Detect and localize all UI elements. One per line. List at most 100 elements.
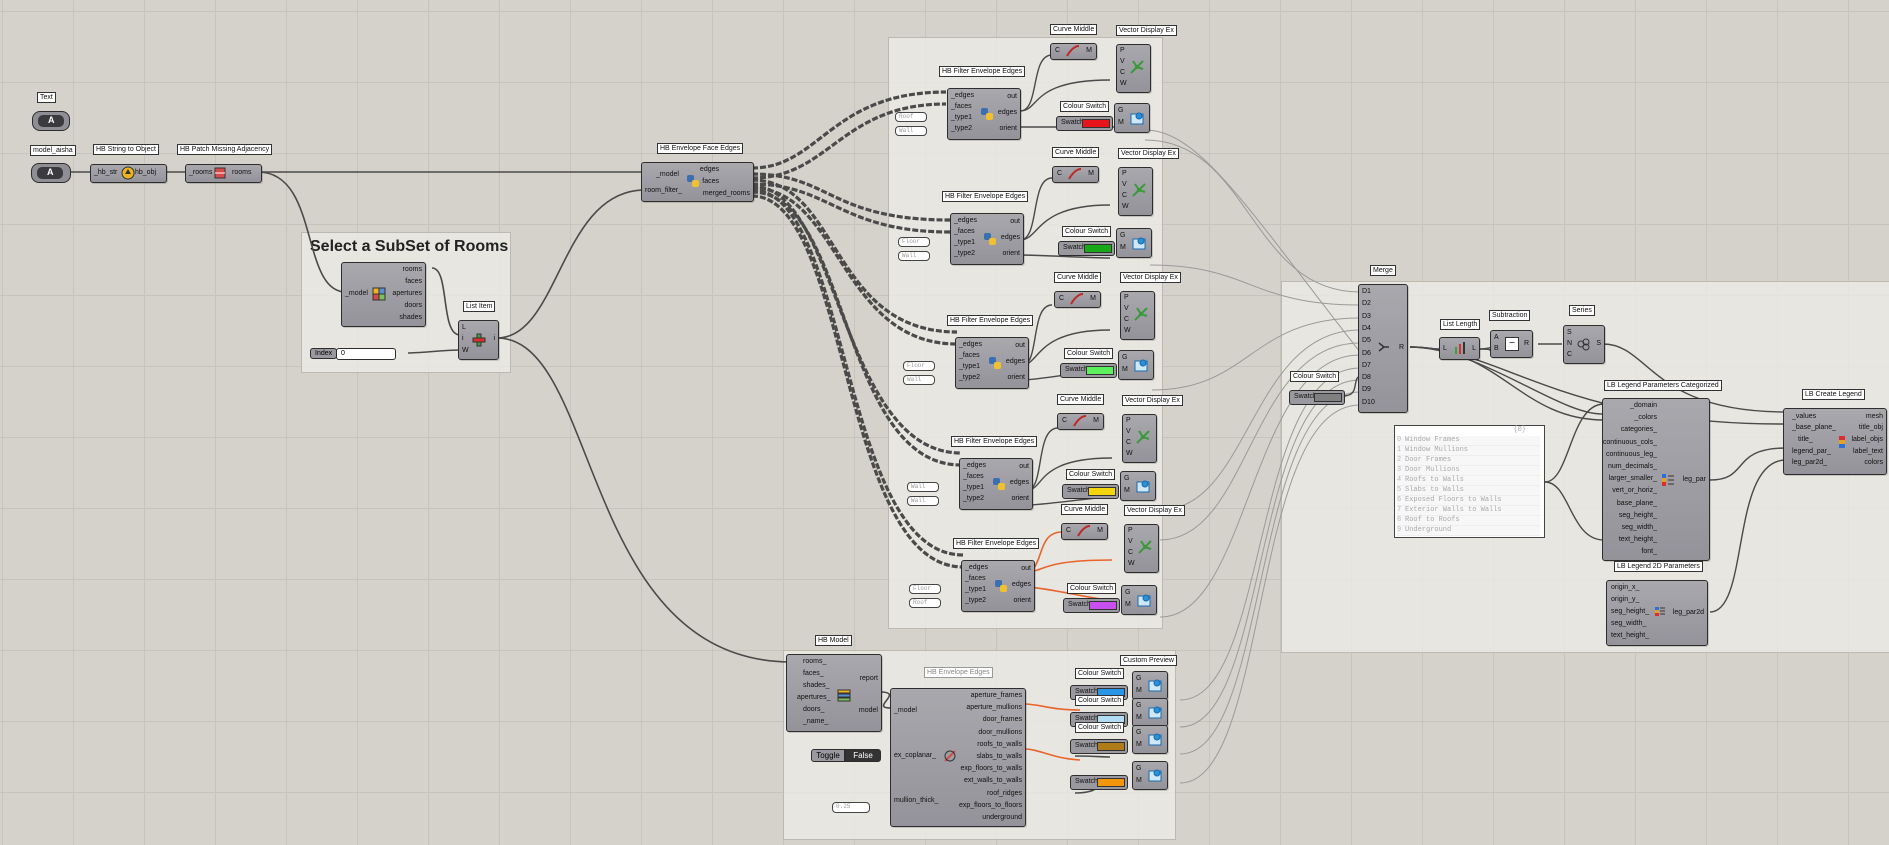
vector-display-input[interactable]: V <box>1122 181 1127 189</box>
input-hb-str[interactable]: _hb_str <box>94 169 117 177</box>
swatch-color[interactable] <box>1097 778 1125 787</box>
filter-input[interactable]: _type2 <box>963 495 984 503</box>
filter-input[interactable]: _type1 <box>965 586 986 594</box>
vector-display-input[interactable]: V <box>1126 428 1131 436</box>
type2-panel[interactable]: Roof <box>909 598 941 608</box>
output-merged-rooms[interactable]: merged_rooms <box>703 190 750 198</box>
output-label-text[interactable]: label_text <box>1853 448 1883 456</box>
custom-preview[interactable]: GM <box>1121 585 1157 615</box>
merge-input[interactable]: D7 <box>1362 362 1371 370</box>
output-doors[interactable]: doors <box>404 302 422 310</box>
grey-swatch[interactable]: Swatch <box>1289 390 1345 405</box>
hb-filter-envelope-edges[interactable]: _edges _faces _type1 _type2 out edges orient <box>950 213 1024 265</box>
legend-param-input[interactable]: seg_width_ <box>1622 524 1657 532</box>
output-edges[interactable]: edges <box>1006 358 1025 366</box>
hb-filter-envelope-edges[interactable]: _edges _faces _type1 _type2 out edges orient <box>955 337 1029 389</box>
envelope-edge-output[interactable]: aperture_mullions <box>966 704 1022 712</box>
vector-display-input[interactable]: W <box>1120 80 1127 88</box>
input-curve[interactable]: C <box>1055 47 1060 55</box>
series[interactable]: S N C S <box>1563 325 1605 364</box>
colour-swatch[interactable]: Swatch <box>1056 116 1113 131</box>
input-count[interactable]: C <box>1567 351 1572 359</box>
legend-2d-input[interactable]: origin_y_ <box>1611 596 1639 604</box>
swatch-color[interactable] <box>1086 366 1114 375</box>
output-faces[interactable]: faces <box>702 178 719 186</box>
subtraction[interactable]: A B − R <box>1490 330 1533 358</box>
input-leg-par2d[interactable]: leg_par2d_ <box>1792 459 1827 467</box>
output-leg-par2d[interactable]: leg_par2d <box>1673 609 1704 617</box>
input-name[interactable]: _name_ <box>803 718 828 726</box>
vector-display-ex[interactable]: PVCW <box>1118 167 1153 216</box>
output-midpoint[interactable]: M <box>1097 527 1103 535</box>
filter-input[interactable]: _type1 <box>951 114 972 122</box>
vector-display-input[interactable]: P <box>1124 294 1129 302</box>
preview-input[interactable]: G <box>1136 729 1141 737</box>
filter-input[interactable]: _edges <box>951 92 974 100</box>
curve-middle[interactable]: CM <box>1057 413 1104 430</box>
type2-panel[interactable]: Wall <box>903 375 935 385</box>
input-model[interactable]: _model <box>894 707 917 715</box>
envelope-edge-output[interactable]: ext_walls_to_walls <box>964 777 1022 785</box>
envelope-edge-output[interactable]: underground <box>982 814 1022 822</box>
text-param[interactable]: A <box>32 111 70 131</box>
vector-display-input[interactable]: P <box>1126 417 1131 425</box>
list-length[interactable]: L L <box>1439 337 1480 360</box>
swatch-color[interactable] <box>1088 487 1116 496</box>
input-a[interactable]: A <box>1494 334 1499 342</box>
envelope-edge-output[interactable]: slabs_to_walls <box>976 753 1022 761</box>
hb-filter-envelope-edges[interactable]: _edges _faces _type1 _type2 out edges orient <box>947 88 1021 140</box>
vector-display-input[interactable]: V <box>1120 58 1125 66</box>
grasshopper-canvas[interactable]: Select a SubSet of Rooms Text A model_ai… <box>0 0 1889 845</box>
envelope-edge-output[interactable]: door_frames <box>983 716 1022 724</box>
input-base-plane[interactable]: _base_plane_ <box>1792 424 1836 432</box>
legend-param-input[interactable]: font_ <box>1641 548 1657 556</box>
filter-input[interactable]: _type1 <box>959 363 980 371</box>
mullion-thickness-panel[interactable]: 0.25 <box>832 802 870 813</box>
vector-display-ex[interactable]: PVCW <box>1124 524 1159 573</box>
custom-preview[interactable]: GM <box>1120 471 1156 501</box>
filter-input[interactable]: _faces <box>954 228 975 236</box>
filter-input[interactable]: _type1 <box>963 484 984 492</box>
filter-input[interactable]: _edges <box>963 462 986 470</box>
output-mesh[interactable]: mesh <box>1866 413 1883 421</box>
merge-input[interactable]: D8 <box>1362 374 1371 382</box>
envelope-edge-output[interactable]: aperture_frames <box>971 692 1022 700</box>
input-b[interactable]: B <box>1494 345 1499 353</box>
filter-input[interactable]: _type2 <box>959 374 980 382</box>
preview-input[interactable]: M <box>1136 741 1142 749</box>
output-out[interactable]: out <box>1007 93 1017 101</box>
hb-filter-envelope-edges[interactable]: _edges _faces _type1 _type2 out edges orient <box>959 458 1033 510</box>
input-index[interactable]: i <box>462 335 464 343</box>
vector-display-input[interactable]: P <box>1128 527 1133 535</box>
output-rooms[interactable]: rooms <box>232 169 251 177</box>
preview-input[interactable]: M <box>1124 487 1130 495</box>
preview-input[interactable]: G <box>1120 232 1125 240</box>
output-item[interactable]: i <box>493 335 495 343</box>
input-curve[interactable]: C <box>1062 417 1067 425</box>
input-values[interactable]: _values <box>1792 413 1816 421</box>
legend-param-input[interactable]: text_height_ <box>1619 536 1657 544</box>
output-orient[interactable]: orient <box>1007 374 1025 382</box>
vector-display-input[interactable]: W <box>1126 450 1133 458</box>
type1-panel[interactable]: Floor <box>909 584 941 594</box>
hb-filter-envelope-edges[interactable]: _edges _faces _type1 _type2 out edges orient <box>961 560 1035 612</box>
swatch-color[interactable] <box>1097 742 1125 751</box>
vector-display-input[interactable]: C <box>1122 192 1127 200</box>
envelope-edge-output[interactable]: exp_floors_to_floors <box>959 802 1022 810</box>
input-apertures[interactable]: apertures_ <box>797 694 830 702</box>
vector-display-input[interactable]: C <box>1124 316 1129 324</box>
index-slider[interactable]: Index 0 <box>310 348 406 360</box>
vector-display-ex[interactable]: PVCW <box>1120 291 1155 340</box>
output-out[interactable]: out <box>1021 565 1031 573</box>
swatch-color[interactable] <box>1084 244 1112 253</box>
vector-display-input[interactable]: W <box>1122 203 1129 211</box>
custom-preview[interactable]: GM <box>1132 698 1168 727</box>
swatch-color[interactable] <box>1089 601 1117 610</box>
filter-input[interactable]: _type2 <box>965 597 986 605</box>
input-curve[interactable]: C <box>1059 295 1064 303</box>
filter-input[interactable]: _faces <box>951 103 972 111</box>
input-wrap[interactable]: W <box>462 347 469 355</box>
custom-preview[interactable]: GM <box>1114 103 1150 133</box>
legend-param-input[interactable]: base_plane_ <box>1617 500 1657 508</box>
merge-input[interactable]: D4 <box>1362 325 1371 333</box>
